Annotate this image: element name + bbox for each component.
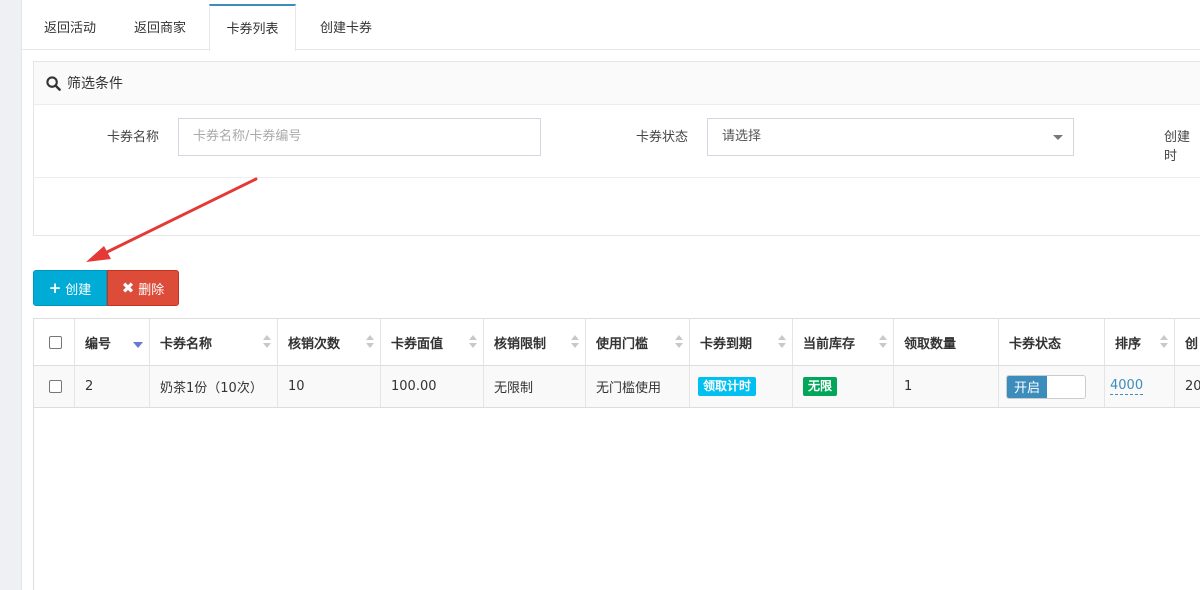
cell-status: 开启 — [999, 366, 1105, 407]
sort-icon — [469, 335, 477, 349]
expiry-badge: 领取计时 — [698, 377, 757, 396]
col-expiry-label: 卡券到期 — [700, 336, 753, 352]
col-sort[interactable]: 排序 — [1105, 319, 1175, 365]
sort-icon — [675, 335, 683, 349]
sort-icon — [1160, 335, 1168, 349]
col-id[interactable]: 编号 — [75, 319, 150, 365]
search-icon — [46, 75, 61, 91]
table-row: 2 奶茶1份（10次） 10 100.00 无限制 无门槛使用 领取计时 无限 … — [34, 366, 1200, 408]
sort-icon — [263, 335, 271, 349]
col-threshold-label: 使用门槛 — [596, 336, 649, 352]
cell-received: 1 — [894, 366, 999, 407]
chevron-down-icon — [1053, 135, 1063, 140]
filter-title: 筛选条件 — [67, 76, 123, 92]
card-status-select[interactable]: 请选择 — [707, 118, 1074, 156]
cell-expiry: 领取计时 — [690, 366, 793, 407]
col-stock[interactable]: 当前库存 — [793, 319, 894, 365]
card-status-label: 卡券状态 — [636, 130, 689, 145]
create-button-label: 创建 — [65, 282, 92, 298]
card-status-select-value: 请选择 — [722, 129, 762, 144]
status-toggle-off — [1047, 375, 1085, 398]
col-expiry[interactable]: 卡券到期 — [690, 319, 793, 365]
select-all-cell — [34, 319, 75, 365]
created-time-label: 创建时 — [1164, 130, 1191, 164]
col-received-label: 领取数量 — [904, 336, 957, 352]
cell-redeem-limit: 无限制 — [484, 366, 586, 407]
cell-sort: 4000 — [1105, 366, 1175, 407]
col-status: 卡券状态 — [999, 319, 1105, 365]
tab-create-card[interactable]: 创建卡券 — [302, 4, 390, 50]
stock-badge: 无限 — [803, 377, 838, 396]
row-select-cell — [34, 366, 75, 407]
cell-face-value: 100.00 — [381, 366, 484, 407]
col-name-label: 卡券名称 — [160, 336, 213, 352]
main-content: 返回活动 返回商家 卡券列表 创建卡券 筛选条件 卡券名称 卡券名称/卡券编号 … — [22, 0, 1200, 590]
col-created-label: 创 — [1185, 336, 1199, 352]
create-button[interactable]: + 创建 — [33, 270, 107, 306]
sort-desc-icon — [133, 342, 143, 348]
col-stock-label: 当前库存 — [803, 336, 856, 352]
tab-card-list[interactable]: 卡券列表 — [209, 4, 296, 51]
sort-icon — [778, 335, 786, 349]
row-checkbox[interactable] — [49, 380, 62, 393]
col-face-value-label: 卡券面值 — [391, 336, 444, 352]
plus-icon: + — [48, 279, 62, 297]
status-toggle[interactable]: 开启 — [1006, 374, 1086, 399]
sort-icon — [879, 335, 887, 349]
col-created[interactable]: 创 — [1175, 319, 1200, 365]
col-redeem-limit-label: 核销限制 — [494, 336, 547, 352]
col-status-label: 卡券状态 — [1009, 336, 1062, 352]
filter-row: 卡券名称 卡券名称/卡券编号 卡券状态 请选择 创建时 — [34, 118, 1200, 164]
cell-threshold: 无门槛使用 — [586, 366, 690, 407]
delete-button[interactable]: ✖ 删除 — [107, 270, 179, 306]
filter-header: 筛选条件 — [34, 62, 1200, 105]
col-name[interactable]: 卡券名称 — [150, 319, 278, 365]
sort-icon — [366, 335, 374, 349]
select-all-checkbox[interactable] — [49, 335, 62, 349]
card-name-label: 卡券名称 — [107, 130, 160, 145]
col-redeem-count[interactable]: 核销次数 — [278, 319, 381, 365]
col-id-label: 编号 — [85, 336, 112, 352]
filter-divider — [34, 177, 1200, 178]
left-sidebar-edge — [0, 0, 22, 590]
close-icon: ✖ — [121, 279, 135, 297]
cell-id: 2 — [75, 366, 150, 407]
cell-created: 20 — [1175, 366, 1200, 407]
cell-name: 奶茶1份（10次） — [150, 366, 278, 407]
col-face-value[interactable]: 卡券面值 — [381, 319, 484, 365]
tab-bar: 返回活动 返回商家 卡券列表 创建卡券 — [22, 4, 1200, 51]
sort-icon — [571, 335, 579, 349]
col-sort-label: 排序 — [1115, 336, 1142, 352]
cell-redeem-count: 10 — [278, 366, 381, 407]
col-redeem-count-label: 核销次数 — [288, 336, 341, 352]
col-received: 领取数量 — [894, 319, 999, 365]
col-threshold[interactable]: 使用门槛 — [586, 319, 690, 365]
filter-panel: 筛选条件 卡券名称 卡券名称/卡券编号 卡券状态 请选择 创建时 — [33, 61, 1200, 236]
card-name-input[interactable]: 卡券名称/卡券编号 — [178, 118, 541, 156]
tab-back-to-activity[interactable]: 返回活动 — [26, 4, 114, 50]
tab-back-to-merchant[interactable]: 返回商家 — [116, 4, 204, 50]
col-redeem-limit[interactable]: 核销限制 — [484, 319, 586, 365]
status-toggle-on: 开启 — [1007, 375, 1047, 398]
sort-editable[interactable]: 4000 — [1110, 378, 1144, 395]
delete-button-label: 删除 — [138, 282, 165, 298]
table-header: 编号 卡券名称 核销次数 卡券面值 核销限制 使用门槛 卡券到期 当前库存 领取… — [34, 319, 1200, 366]
cell-stock: 无限 — [793, 366, 894, 407]
card-table: 编号 卡券名称 核销次数 卡券面值 核销限制 使用门槛 卡券到期 当前库存 领取… — [33, 318, 1200, 590]
